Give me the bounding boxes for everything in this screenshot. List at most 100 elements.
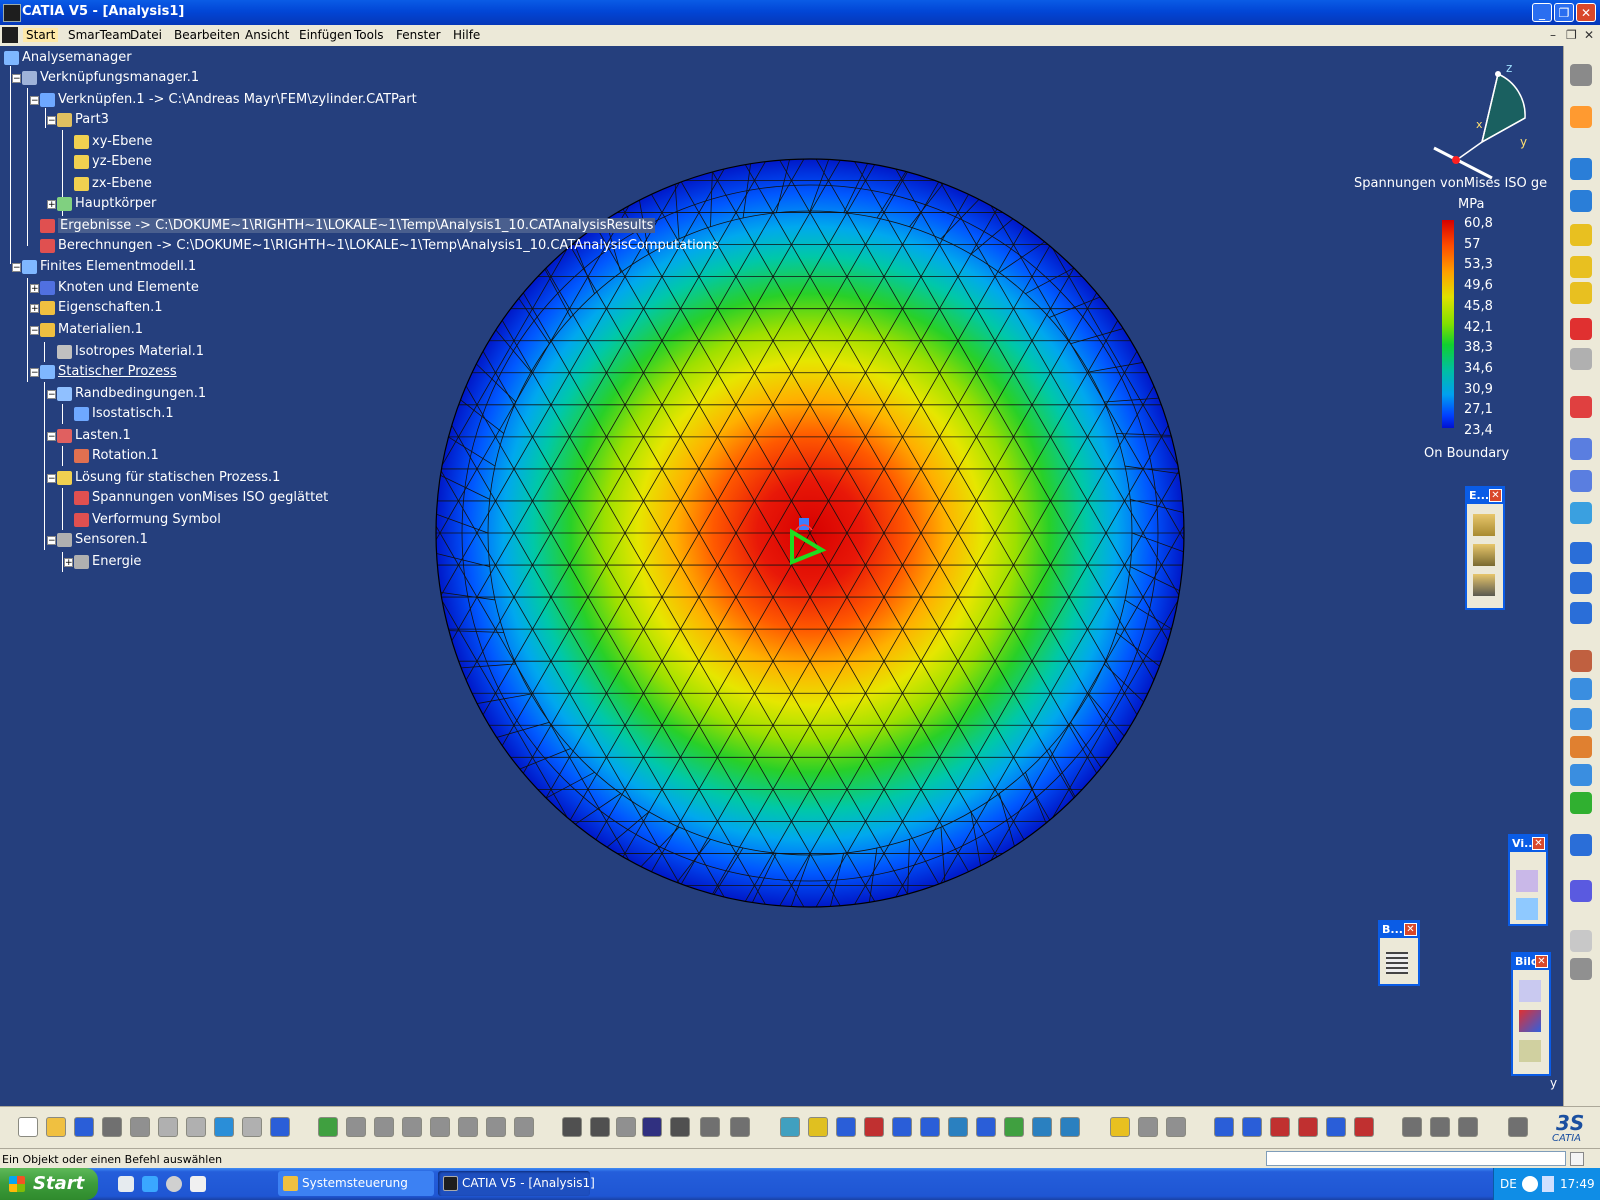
plane-icon[interactable] bbox=[1570, 256, 1592, 278]
target-icon[interactable] bbox=[1570, 650, 1592, 672]
tree-node[interactable]: Verknüpfen.1 -> C:\Andreas Mayr\FEM\zyli… bbox=[40, 90, 417, 110]
menu-bearbeiten[interactable]: Bearbeiten bbox=[174, 28, 240, 42]
media-player-icon[interactable] bbox=[166, 1176, 182, 1192]
compute-icon[interactable] bbox=[430, 1117, 450, 1137]
tree-expander[interactable]: − bbox=[47, 390, 56, 400]
show-desktop-icon[interactable] bbox=[118, 1176, 134, 1192]
bottle-icon[interactable] bbox=[1570, 834, 1592, 856]
box-icon[interactable] bbox=[1570, 502, 1592, 524]
formula-icon[interactable] bbox=[562, 1117, 582, 1137]
language-indicator[interactable]: DE bbox=[1500, 1177, 1517, 1191]
tree-node[interactable]: Knoten und Elemente bbox=[40, 278, 199, 298]
specification-tree[interactable]: Analysemanager − Verknüpfungsmanager.1− Ver… bbox=[0, 46, 720, 646]
menu-einfuegen[interactable]: Einfügen bbox=[299, 28, 352, 42]
compute-icon[interactable] bbox=[402, 1117, 422, 1137]
tree-node[interactable]: Lösung für statischen Prozess.1 bbox=[57, 468, 280, 488]
render-icon[interactable] bbox=[1060, 1117, 1080, 1137]
menu-tools[interactable]: Tools bbox=[354, 28, 384, 42]
tree-node[interactable]: Sensoren.1 bbox=[57, 530, 148, 550]
pyramid-icon[interactable] bbox=[1570, 158, 1592, 180]
compute-icon[interactable] bbox=[514, 1117, 534, 1137]
task-catia[interactable]: CATIA V5 - [Analysis1] bbox=[438, 1171, 595, 1196]
tree-node[interactable]: Materialien.1 bbox=[40, 320, 143, 340]
network-icon[interactable] bbox=[1522, 1176, 1538, 1192]
doc-minimize-button[interactable]: – bbox=[1550, 28, 1556, 42]
image-icon[interactable] bbox=[1242, 1117, 1262, 1137]
floating-toolbar-vi-close[interactable]: ✕ bbox=[1532, 837, 1545, 850]
fit-all-icon[interactable] bbox=[808, 1117, 828, 1137]
tree-expander[interactable]: + bbox=[30, 304, 39, 314]
zoom-icon[interactable] bbox=[1570, 880, 1592, 902]
table-icon[interactable] bbox=[1386, 952, 1408, 974]
undo-icon[interactable] bbox=[214, 1117, 234, 1137]
sensor-icon[interactable] bbox=[1458, 1117, 1478, 1137]
tree-node[interactable]: Verknüpfungsmanager.1 bbox=[22, 68, 199, 88]
deformation-icon[interactable] bbox=[1519, 980, 1541, 1002]
view-mode-icon[interactable] bbox=[1516, 870, 1538, 892]
tree-node[interactable]: Randbedingungen.1 bbox=[57, 384, 206, 404]
traffic-light-icon[interactable] bbox=[1570, 318, 1592, 340]
gear-icon[interactable] bbox=[1570, 764, 1592, 786]
image-layer-icon[interactable] bbox=[1473, 574, 1495, 596]
tree-expander[interactable]: + bbox=[47, 200, 56, 210]
color-legend[interactable]: Spannungen vonMises ISO ge MPa 60,8 57 53,… bbox=[1340, 176, 1560, 476]
measure-icon[interactable] bbox=[1430, 1117, 1450, 1137]
tree-expander[interactable]: − bbox=[47, 432, 56, 442]
gear-icon[interactable] bbox=[1570, 64, 1592, 86]
box-icon[interactable] bbox=[1570, 438, 1592, 460]
displacement-icon[interactable] bbox=[1519, 1040, 1541, 1062]
axis-icon[interactable] bbox=[1570, 958, 1592, 980]
minimize-button[interactable]: _ bbox=[1532, 3, 1552, 22]
menu-hilfe[interactable]: Hilfe bbox=[453, 28, 480, 42]
apple-icon[interactable] bbox=[1570, 396, 1592, 418]
tree-node[interactable]: zx-Ebene bbox=[74, 174, 152, 194]
image-layer-icon[interactable] bbox=[1473, 514, 1495, 536]
isostatic-restraint-symbol[interactable] bbox=[782, 512, 832, 572]
tree-expander[interactable]: + bbox=[64, 558, 73, 568]
layers-icon[interactable] bbox=[1570, 282, 1592, 304]
fly-icon[interactable] bbox=[780, 1117, 800, 1137]
tree-node[interactable]: Hauptkörper bbox=[57, 194, 156, 214]
analysis-icon[interactable] bbox=[1166, 1117, 1186, 1137]
view-mode-icon[interactable] bbox=[1516, 898, 1538, 920]
tree-node[interactable]: Statischer Prozess bbox=[40, 362, 177, 382]
image-icon[interactable] bbox=[1270, 1117, 1290, 1137]
update-icon[interactable] bbox=[318, 1117, 338, 1137]
table-icon[interactable] bbox=[642, 1117, 662, 1137]
menu-start[interactable]: Start bbox=[23, 28, 59, 42]
tree-node[interactable]: Ergebnisse -> C:\DOKUME~1\RIGHTH~1\LOKAL… bbox=[40, 216, 656, 236]
knowledge-icon[interactable] bbox=[590, 1117, 610, 1137]
box-icon[interactable] bbox=[1570, 470, 1592, 492]
pyramid-icon[interactable] bbox=[1570, 190, 1592, 212]
compute-icon[interactable] bbox=[374, 1117, 394, 1137]
tree-expander[interactable]: − bbox=[12, 74, 21, 84]
parameter-icon[interactable] bbox=[616, 1117, 636, 1137]
tree-expander[interactable]: − bbox=[47, 536, 56, 546]
tree-node[interactable]: Finites Elementmodell.1 bbox=[22, 257, 196, 277]
normal-view-icon[interactable] bbox=[948, 1117, 968, 1137]
3d-viewport[interactable]: z y x Spannungen vonMises ISO ge MPa 60,… bbox=[0, 46, 1563, 1106]
tree-node[interactable]: Eigenschaften.1 bbox=[40, 298, 163, 318]
image-icon[interactable] bbox=[1354, 1117, 1374, 1137]
paste-icon[interactable] bbox=[186, 1117, 206, 1137]
command-input[interactable] bbox=[1266, 1151, 1566, 1166]
view-icon[interactable] bbox=[976, 1117, 996, 1137]
save-icon[interactable] bbox=[74, 1117, 94, 1137]
start-button[interactable]: Start bbox=[0, 1168, 98, 1200]
open-icon[interactable] bbox=[46, 1117, 66, 1137]
tree-expander[interactable]: + bbox=[30, 284, 39, 294]
tree-expander[interactable]: − bbox=[47, 116, 56, 126]
catia-app-icon[interactable] bbox=[3, 4, 21, 22]
tree-node[interactable]: Isostatisch.1 bbox=[74, 404, 174, 424]
pin-icon[interactable] bbox=[1570, 572, 1592, 594]
menu-smarteam[interactable]: SmarTeam bbox=[68, 28, 131, 42]
image-icon[interactable] bbox=[1214, 1117, 1234, 1137]
floating-toolbar-b-close[interactable]: ✕ bbox=[1404, 923, 1417, 936]
maximize-button[interactable]: ❐ bbox=[1554, 3, 1574, 22]
load-icon[interactable] bbox=[1570, 708, 1592, 730]
redo-icon[interactable] bbox=[242, 1117, 262, 1137]
tree-node[interactable]: Isotropes Material.1 bbox=[57, 342, 204, 362]
select-arrow-icon[interactable] bbox=[1570, 106, 1592, 128]
zoom-out-icon[interactable] bbox=[920, 1117, 940, 1137]
von-mises-icon[interactable] bbox=[1519, 1010, 1541, 1032]
